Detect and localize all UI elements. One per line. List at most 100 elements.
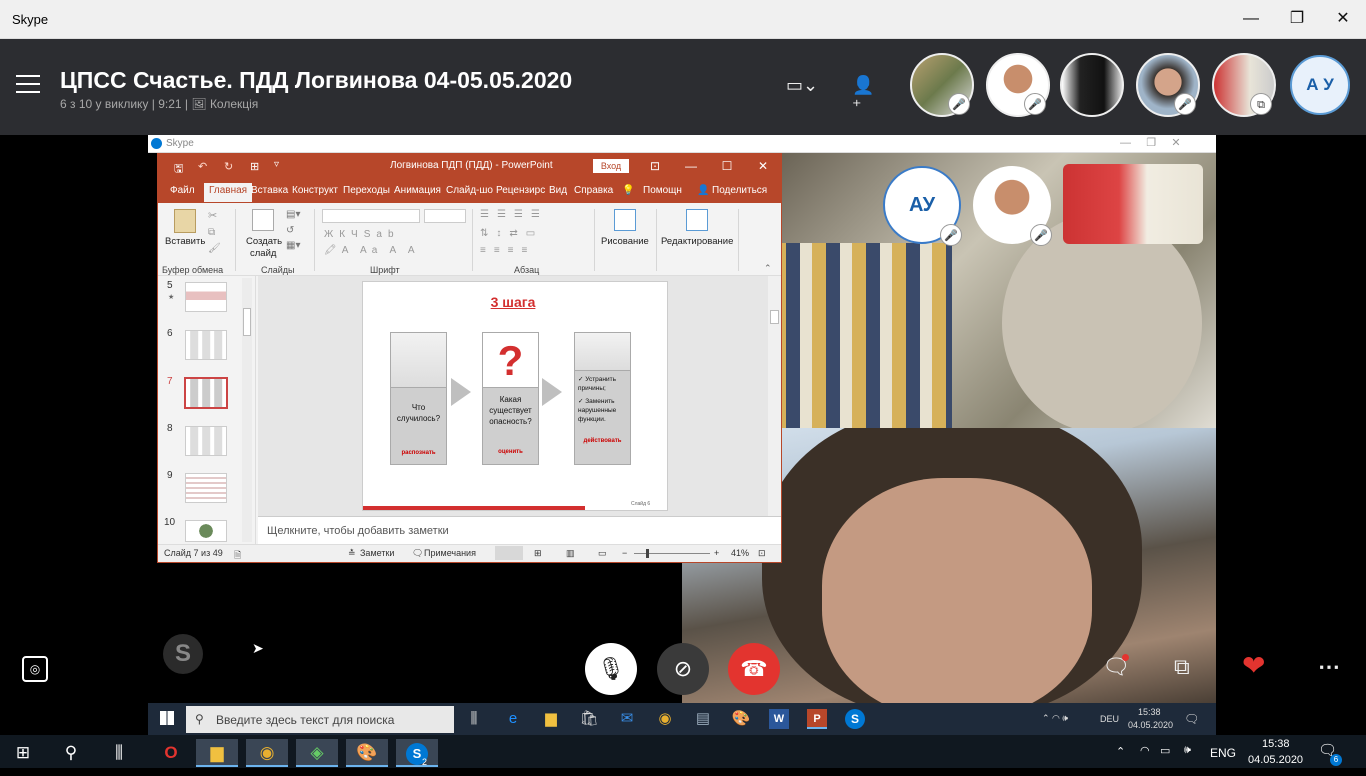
section-icon[interactable]: ▦▾: [286, 240, 300, 251]
copy-icon[interactable]: ⧉: [208, 227, 215, 238]
battery-icon[interactable]: ▭: [1160, 744, 1170, 757]
tab-transitions[interactable]: Переходы: [343, 185, 390, 196]
network-icon[interactable]: ◠: [1140, 744, 1150, 757]
chrome-icon[interactable]: ◉: [246, 739, 288, 767]
camera-off-button[interactable]: ⊘: [657, 643, 709, 695]
notes-icon[interactable]: ≛: [348, 548, 356, 559]
minimize-icon[interactable]: —: [678, 157, 704, 175]
tab-view[interactable]: Вид: [549, 185, 567, 196]
cut-icon[interactable]: ✂: [208, 209, 217, 222]
close-icon[interactable]: ✕: [1320, 6, 1366, 32]
slide-thumbnail[interactable]: [185, 282, 227, 312]
opera-icon[interactable]: O: [150, 739, 192, 767]
new-slide-button-2[interactable]: слайд: [250, 248, 276, 259]
minimize-icon[interactable]: —: [1228, 6, 1274, 32]
tab-insert[interactable]: Вставка: [251, 185, 288, 196]
collection-link[interactable]: Колекція: [210, 97, 258, 111]
present-icon[interactable]: ⊞: [250, 160, 259, 173]
slide-scrollbar[interactable]: [768, 276, 781, 516]
drawing-icon[interactable]: [614, 209, 636, 231]
new-slide-button[interactable]: Создать: [246, 236, 282, 247]
gallery-icon[interactable]: 🖼: [191, 97, 206, 111]
windows-start-button[interactable]: ⊞: [2, 739, 44, 767]
show-hidden-icons[interactable]: ⌃: [1116, 745, 1125, 758]
restore-icon[interactable]: ❐: [1274, 6, 1320, 32]
reading-view-icon[interactable]: ▥: [566, 548, 575, 559]
format-painter-icon[interactable]: 🖌: [208, 243, 221, 254]
login-button[interactable]: Вход: [593, 159, 629, 173]
slide-thumbnail[interactable]: [185, 520, 227, 542]
tab-help[interactable]: Справка: [574, 185, 613, 196]
skype-taskbar-button[interactable]: S 2: [396, 739, 438, 767]
layout-icon[interactable]: ▭⌄: [786, 75, 818, 99]
clock-date[interactable]: 04.05.2020: [1248, 754, 1303, 766]
explorer-icon[interactable]: ▆: [196, 739, 238, 767]
add-participant-icon[interactable]: 👤⁺: [852, 75, 876, 116]
taskview-icon[interactable]: ⫼: [98, 739, 140, 767]
paint-icon[interactable]: 🎨: [346, 739, 388, 767]
slide-thumbnail[interactable]: [185, 426, 227, 456]
participant-avatar[interactable]: [1060, 53, 1124, 117]
layout-icon[interactable]: ▤▾: [286, 209, 300, 220]
tab-design[interactable]: Конструкт: [292, 185, 338, 196]
tab-slideshow[interactable]: Слайд-шо: [446, 185, 493, 196]
slideshow-icon[interactable]: ▭: [598, 548, 607, 559]
font-style-icons[interactable]: ЖКЧSab: [324, 229, 400, 240]
menu-icon[interactable]: [16, 75, 40, 97]
language-indicator[interactable]: ENG: [1210, 746, 1236, 760]
drawing-button[interactable]: Рисование: [601, 236, 649, 247]
tab-assistant[interactable]: Помощн: [643, 185, 682, 196]
zoom-level[interactable]: 41%: [731, 548, 749, 558]
clock-time[interactable]: 15:38: [1262, 738, 1290, 750]
tab-animations[interactable]: Анимация: [394, 185, 441, 196]
share-icon[interactable]: 👤: [697, 185, 709, 196]
tab-file[interactable]: Файл: [170, 185, 195, 196]
undo-icon[interactable]: ↶: [198, 160, 207, 173]
ribbon-options-icon[interactable]: ⊡: [642, 157, 668, 175]
reset-icon[interactable]: ↺: [286, 225, 294, 236]
volume-icon[interactable]: 🕪: [1184, 744, 1191, 757]
slide-thumbnail-selected[interactable]: [184, 377, 228, 409]
sorter-view-icon[interactable]: ⊞: [534, 548, 542, 559]
tab-review[interactable]: Рецензирс: [496, 185, 545, 196]
close-icon[interactable]: ✕: [750, 157, 776, 175]
zoom-in-icon[interactable]: +: [714, 548, 719, 558]
paste-button[interactable]: Вставить: [165, 236, 205, 247]
my-avatar[interactable]: А У: [1290, 55, 1350, 115]
current-slide[interactable]: 3 шага Что случилось? распознать ? Какая…: [362, 281, 668, 511]
more-options-icon[interactable]: ⋯: [1318, 654, 1340, 680]
comments-button[interactable]: Примечания: [424, 548, 476, 558]
normal-view-icon[interactable]: [495, 546, 523, 560]
align-icons[interactable]: ≡≡≡≡: [480, 245, 535, 256]
direction-icons[interactable]: ⇅↕⇄▭: [480, 228, 543, 239]
zoom-out-icon[interactable]: −: [622, 548, 627, 558]
spellcheck-icon[interactable]: 🗎: [234, 548, 241, 564]
customize-icon[interactable]: ▿: [274, 159, 279, 170]
end-call-button[interactable]: ☎: [728, 643, 780, 695]
slide-thumbnail[interactable]: [185, 473, 227, 503]
font-color-icons[interactable]: 🖍A Aa A A: [324, 245, 420, 256]
save-icon[interactable]: 🖫: [174, 160, 183, 179]
font-family-select[interactable]: [322, 209, 420, 223]
fit-slide-icon[interactable]: ⊡: [758, 548, 766, 559]
thumb-scroll-thumb[interactable]: [243, 308, 251, 336]
redo-icon[interactable]: ↻: [224, 160, 233, 173]
heart-reaction-icon[interactable]: ❤: [1242, 649, 1265, 682]
share-screen-icon[interactable]: ⧉: [1174, 654, 1190, 680]
font-size-select[interactable]: [424, 209, 466, 223]
slide-thumbnail[interactable]: [185, 330, 227, 360]
microphone-button[interactable]: 🎙: [585, 643, 637, 695]
share-button[interactable]: Поделиться: [712, 185, 767, 196]
tab-home[interactable]: Главная: [204, 183, 253, 202]
editing-button[interactable]: Редактирование: [661, 236, 733, 247]
search-icon[interactable]: ⚲: [50, 739, 92, 767]
new-slide-icon[interactable]: [252, 209, 274, 231]
app-icon[interactable]: ◈: [296, 739, 338, 767]
notes-pane[interactable]: Щелкните, чтобы добавить заметки: [258, 516, 781, 544]
screenshot-icon[interactable]: ◎: [22, 656, 48, 682]
slide-scroll-thumb[interactable]: [770, 310, 779, 324]
collapse-ribbon-icon[interactable]: ⌃: [764, 263, 772, 274]
zoom-slider-thumb[interactable]: [646, 549, 649, 558]
maximize-icon[interactable]: ☐: [714, 157, 740, 175]
list-icons[interactable]: ☰☰☰☰: [480, 209, 548, 220]
